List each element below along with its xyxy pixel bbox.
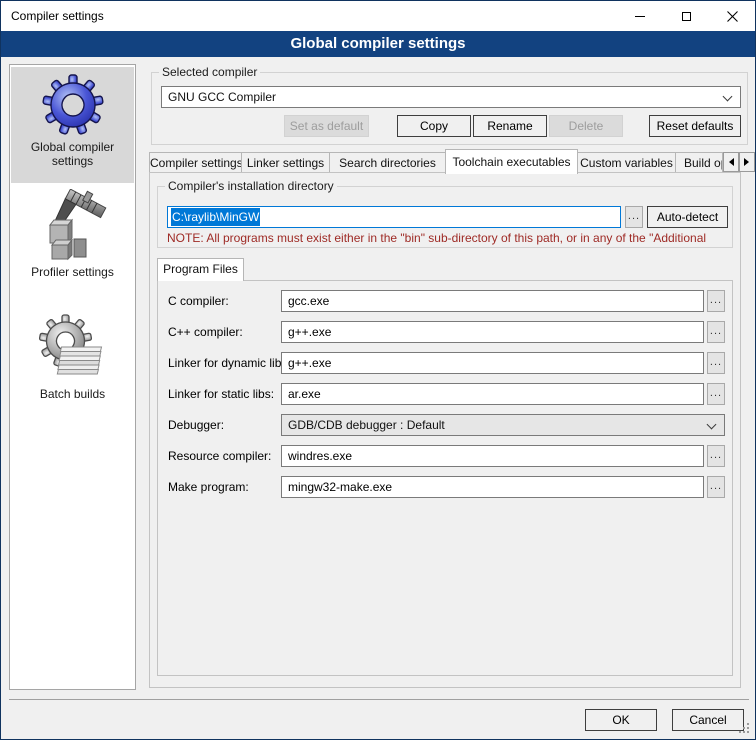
linker-static-input[interactable] [281,383,704,405]
installation-directory-browse-button[interactable]: ... [625,206,643,228]
tab-custom-variables[interactable]: Custom variables [577,152,676,173]
resource-compiler-label: Resource compiler: [168,445,271,467]
arrow-right-icon [744,158,753,166]
debugger-label: Debugger: [168,414,224,436]
installation-directory-legend: Compiler's installation directory [165,179,337,193]
linker-dynamic-label: Linker for dynamic libs: [168,352,291,374]
resize-grip[interactable] [747,731,749,733]
tab-build-options[interactable]: Build options [675,152,723,173]
installation-directory-input[interactable]: C:\raylib\MinGW [167,206,621,228]
linker-dynamic-browse-button[interactable]: ... [707,352,725,374]
sidebar-item-batch-builds[interactable]: Batch builds [11,311,134,419]
resource-compiler-browse-button[interactable]: ... [707,445,725,467]
tab-scroll-left-button[interactable] [723,152,739,172]
chevron-down-icon [723,92,733,102]
compiler-gear-blue-icon [41,72,105,138]
profiler-caliper-icon [38,189,108,263]
minimize-button[interactable] [617,1,663,31]
maximize-button[interactable] [663,1,709,31]
cancel-button[interactable]: Cancel [672,709,744,731]
rename-button[interactable]: Rename [473,115,547,137]
linker-static-label: Linker for static libs: [168,383,274,405]
program-files-form: C compiler: ... C++ compiler: ... Linker… [157,280,733,676]
tab-linker-settings[interactable]: Linker settings [241,152,330,173]
batch-builds-gear-icon [38,313,108,385]
linker-static-browse-button[interactable]: ... [707,383,725,405]
window-title: Compiler settings [11,1,104,31]
cpp-compiler-input[interactable] [281,321,704,343]
c-compiler-input[interactable] [281,290,704,312]
ok-button[interactable]: OK [585,709,657,731]
close-icon [727,11,738,22]
installation-directory-note: NOTE: All programs must exist either in … [167,231,727,245]
make-program-label: Make program: [168,476,249,498]
copy-button[interactable]: Copy [397,115,471,137]
cpp-compiler-browse-button[interactable]: ... [707,321,725,343]
linker-dynamic-input[interactable] [281,352,704,374]
cpp-compiler-label: C++ compiler: [168,321,243,343]
settings-category-list: Global compiler settings [9,64,136,690]
maximize-icon [682,12,691,21]
auto-detect-button[interactable]: Auto-detect [647,206,728,228]
set-as-default-button: Set as default [284,115,369,137]
minimize-icon [635,16,645,17]
c-compiler-browse-button[interactable]: ... [707,290,725,312]
reset-defaults-button[interactable]: Reset defaults [649,115,741,137]
debugger-select-value: GDB/CDB debugger : Default [288,418,445,432]
footer-separator [9,699,749,700]
subtab-program-files[interactable]: Program Files [157,258,244,281]
tab-scroll-right-button[interactable] [739,152,755,172]
compiler-settings-window: Compiler settings Global compiler settin… [0,0,756,740]
sidebar-item-profiler-settings[interactable]: Profiler settings [11,187,134,297]
installation-directory-value: C:\raylib\MinGW [171,208,260,226]
make-program-browse-button[interactable]: ... [707,476,725,498]
tab-compiler-settings[interactable]: Compiler settings [149,152,242,173]
compiler-select[interactable]: GNU GCC Compiler [161,86,741,108]
sidebar-item-label: Profiler settings [11,263,134,283]
title-bar: Compiler settings [1,1,755,31]
debugger-select[interactable]: GDB/CDB debugger : Default [281,414,725,436]
sidebar-item-label: Global compiler settings [11,138,134,172]
chevron-down-icon [707,420,717,430]
selected-compiler-legend: Selected compiler [159,65,260,79]
dialog-body: Global compiler settings [1,57,755,739]
close-button[interactable] [709,1,755,31]
sidebar-item-global-compiler-settings[interactable]: Global compiler settings [11,67,134,183]
tab-search-directories[interactable]: Search directories [329,152,446,173]
arrow-left-icon [725,158,734,166]
resource-compiler-input[interactable] [281,445,704,467]
page-title: Global compiler settings [1,31,755,57]
compiler-select-value: GNU GCC Compiler [168,90,276,104]
c-compiler-label: C compiler: [168,290,229,312]
caption-buttons [617,1,755,31]
tab-toolchain-executables[interactable]: Toolchain executables [445,149,578,174]
sidebar-item-label: Batch builds [11,385,134,405]
make-program-input[interactable] [281,476,704,498]
delete-button: Delete [549,115,623,137]
